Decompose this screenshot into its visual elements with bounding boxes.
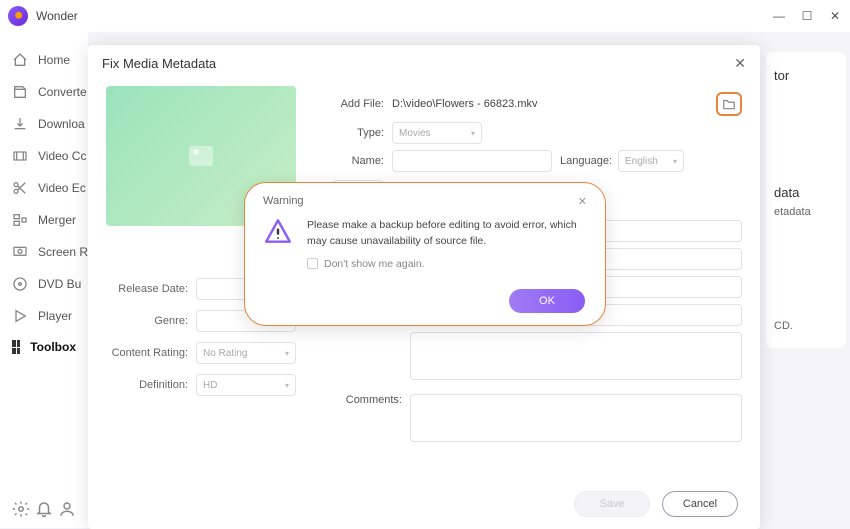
chevron-down-icon: ▾ <box>471 129 475 138</box>
save-button[interactable]: Save <box>574 491 650 517</box>
name-label: Name: <box>314 155 384 167</box>
warning-triangle-icon <box>263 218 293 244</box>
window-maximize-button[interactable]: ☐ <box>800 9 814 23</box>
image-placeholder-icon <box>189 146 213 166</box>
dont-show-label: Don't show me again. <box>324 258 425 270</box>
browse-file-button[interactable] <box>716 92 742 116</box>
comments-textarea[interactable] <box>410 394 742 442</box>
name-input[interactable] <box>392 150 552 172</box>
app-logo-icon <box>8 6 28 26</box>
definition-value: HD <box>203 380 217 391</box>
chevron-down-icon: ▾ <box>673 157 677 166</box>
warning-dialog: Warning ✕ Please make a backup before ed… <box>244 182 606 326</box>
warning-message: Please make a backup before editing to a… <box>307 218 587 250</box>
rating-label: Content Rating: <box>106 347 196 359</box>
modal-title: Fix Media Metadata <box>102 56 216 71</box>
description-textarea[interactable] <box>410 332 742 380</box>
folder-icon <box>722 98 736 110</box>
definition-label: Definition: <box>106 379 196 391</box>
app-name: Wonder <box>36 9 78 23</box>
definition-select[interactable]: HD ▾ <box>196 374 296 396</box>
chevron-down-icon: ▾ <box>285 381 289 390</box>
rating-select[interactable]: No Rating ▾ <box>196 342 296 364</box>
language-select[interactable]: English ▾ <box>618 150 684 172</box>
rating-value: No Rating <box>203 348 247 359</box>
genre-label: Genre: <box>106 315 196 327</box>
language-value: English <box>625 156 658 167</box>
warning-close-button[interactable]: ✕ <box>578 195 587 208</box>
chevron-down-icon: ▾ <box>285 349 289 358</box>
dont-show-checkbox[interactable] <box>307 258 318 269</box>
release-date-label: Release Date: <box>106 283 196 295</box>
add-file-path: D:\video\Flowers - 66823.mkv <box>392 98 708 110</box>
window-close-button[interactable]: ✕ <box>828 9 842 23</box>
warning-title: Warning <box>263 195 304 208</box>
title-bar: Wonder — ☐ ✕ <box>0 0 850 32</box>
modal-close-button[interactable]: ✕ <box>734 55 746 72</box>
type-value: Movies <box>399 128 431 139</box>
comments-label: Comments: <box>314 394 402 406</box>
type-select[interactable]: Movies ▾ <box>392 122 482 144</box>
add-file-label: Add File: <box>314 98 384 110</box>
language-label: Language: <box>560 155 612 167</box>
type-label: Type: <box>314 127 384 139</box>
cancel-button[interactable]: Cancel <box>662 491 738 517</box>
warning-ok-button[interactable]: OK <box>509 289 585 313</box>
window-minimize-button[interactable]: — <box>772 9 786 23</box>
